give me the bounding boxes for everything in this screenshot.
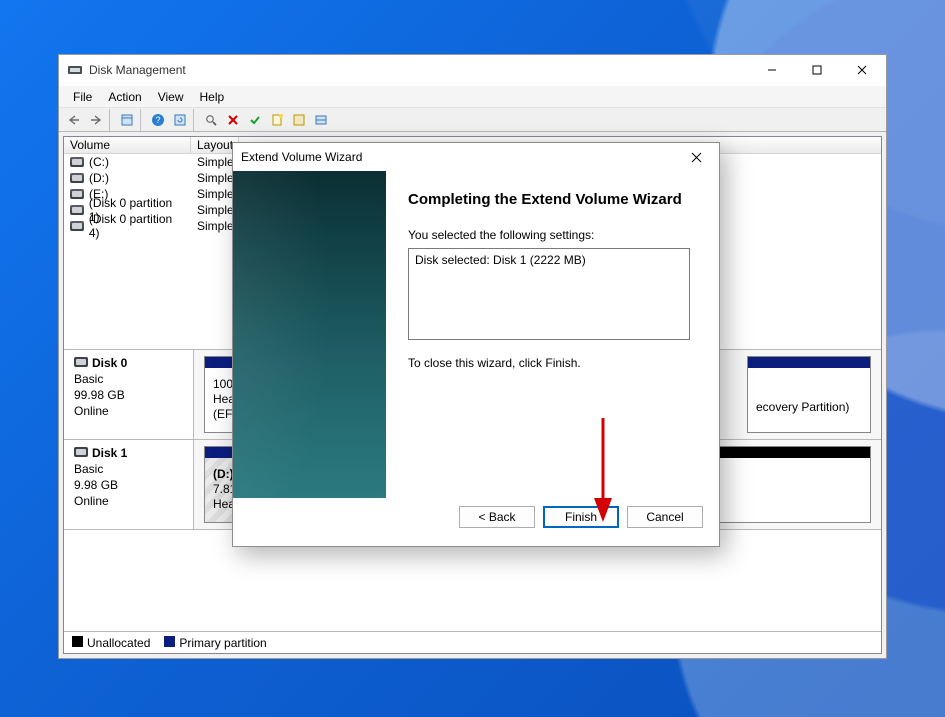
col-volume[interactable]: Volume <box>64 137 191 153</box>
volume-icon <box>70 173 84 183</box>
volume-layout: Simple <box>197 203 234 217</box>
volume-icon <box>70 205 84 215</box>
check-icon[interactable] <box>244 109 266 131</box>
forward-icon[interactable] <box>85 109 107 131</box>
back-icon[interactable] <box>63 109 85 131</box>
menu-view[interactable]: View <box>150 87 192 107</box>
disk-type: Basic <box>74 462 183 476</box>
properties-icon[interactable] <box>116 109 138 131</box>
new-icon[interactable] <box>266 109 288 131</box>
wizard-banner <box>233 171 386 498</box>
misc-icon[interactable] <box>288 109 310 131</box>
legend-primary: Primary partition <box>179 636 266 650</box>
maximize-button[interactable] <box>794 56 839 85</box>
legend-swatch-unallocated <box>72 636 83 647</box>
close-button[interactable] <box>839 56 884 85</box>
disk-icon <box>74 447 88 457</box>
volume-name: (Disk 0 partition 4) <box>89 212 185 240</box>
disk-info-1[interactable]: Disk 1 Basic 9.98 GB Online <box>64 440 194 529</box>
volume-layout: Simple <box>197 155 234 169</box>
window-title: Disk Management <box>89 63 749 77</box>
app-icon <box>67 62 83 78</box>
volume-name: (D:) <box>89 171 109 185</box>
extend-volume-wizard: Extend Volume Wizard Completing the Exte… <box>232 142 720 547</box>
disk-size: 9.98 GB <box>74 478 183 492</box>
find-icon[interactable] <box>200 109 222 131</box>
disk-label: Disk 0 <box>92 356 127 370</box>
disk-type: Basic <box>74 372 183 386</box>
wizard-close-button[interactable] <box>681 144 711 170</box>
delete-icon[interactable] <box>222 109 244 131</box>
disk-icon <box>74 357 88 367</box>
menu-help[interactable]: Help <box>192 87 233 107</box>
legend-unallocated: Unallocated <box>87 636 150 650</box>
partition[interactable]: ecovery Partition) <box>747 356 871 433</box>
wizard-heading: Completing the Extend Volume Wizard <box>408 191 697 210</box>
legend-swatch-primary <box>164 636 175 647</box>
volume-icon <box>70 189 84 199</box>
titlebar[interactable]: Disk Management <box>59 55 886 85</box>
toolbar: ? <box>59 107 886 132</box>
wizard-selected-label: You selected the following settings: <box>408 228 697 242</box>
wizard-titlebar[interactable]: Extend Volume Wizard <box>233 143 719 171</box>
legend: Unallocated Primary partition <box>64 631 881 653</box>
disk-status: Online <box>74 404 183 418</box>
cancel-button[interactable]: Cancel <box>627 506 703 528</box>
wizard-title: Extend Volume Wizard <box>241 150 681 164</box>
volume-layout: Simple <box>197 219 234 233</box>
menubar: File Action View Help <box>59 85 886 107</box>
wizard-settings-box: Disk selected: Disk 1 (2222 MB) <box>408 248 690 340</box>
volume-layout: Simple <box>197 187 234 201</box>
finish-button[interactable]: Finish <box>543 506 619 528</box>
volume-layout: Simple <box>197 171 234 185</box>
partition-label: (D:) <box>213 467 234 481</box>
back-button[interactable]: < Back <box>459 506 535 528</box>
disk-info-0[interactable]: Disk 0 Basic 99.98 GB Online <box>64 350 194 439</box>
menu-file[interactable]: File <box>65 87 100 107</box>
options-icon[interactable] <box>310 109 332 131</box>
wizard-buttons: < Back Finish Cancel <box>233 498 719 546</box>
partition-status: ecovery Partition) <box>756 400 862 415</box>
disk-size: 99.98 GB <box>74 388 183 402</box>
svg-text:?: ? <box>155 115 160 125</box>
wizard-hint: To close this wizard, click Finish. <box>408 356 697 370</box>
wizard-settings-text: Disk selected: Disk 1 (2222 MB) <box>415 253 683 267</box>
volume-icon <box>70 221 84 231</box>
volume-name: (C:) <box>89 155 109 169</box>
menu-action[interactable]: Action <box>100 87 149 107</box>
disk-label: Disk 1 <box>92 446 127 460</box>
help-icon[interactable]: ? <box>147 109 169 131</box>
volume-icon <box>70 157 84 167</box>
wizard-content: Completing the Extend Volume Wizard You … <box>386 171 719 498</box>
minimize-button[interactable] <box>749 56 794 85</box>
disk-status: Online <box>74 494 183 508</box>
refresh-icon[interactable] <box>169 109 191 131</box>
